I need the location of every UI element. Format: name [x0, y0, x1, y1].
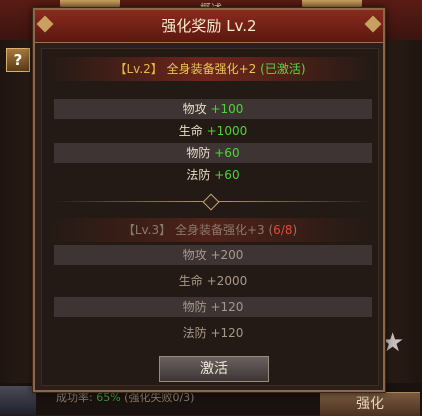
stat-name: 法防 [182, 326, 207, 340]
current-stat-row: 生命 +1000 [54, 121, 372, 141]
next-stat-row: 法防 +120 [54, 323, 372, 343]
progress-current: 6 [273, 223, 281, 237]
stat-value: +120 [210, 300, 244, 314]
stat-name: 生命 [178, 274, 203, 288]
divider-diamond-icon [202, 193, 220, 211]
item-avatar[interactable] [0, 386, 36, 415]
success-rate-label: 成功率: [56, 391, 93, 404]
dialog-header: 强化奖励 Lv.2 [35, 10, 383, 43]
stat-value: +60 [214, 168, 240, 182]
stat-name: 物防 [182, 300, 207, 314]
current-stat-row: 物攻 +100 [54, 99, 372, 119]
stat-value: +1000 [206, 124, 248, 138]
next-level-tag: 【Lv.3】 [122, 223, 172, 237]
stat-name: 物防 [186, 146, 211, 160]
next-stat-row: 物防 +120 [54, 297, 372, 317]
current-level-tag: 【Lv.2】 [114, 62, 163, 76]
strengthen-button[interactable]: 强化 [320, 392, 420, 416]
current-stat-row: 物防 +60 [54, 143, 372, 163]
success-rate-value: 65% [96, 391, 121, 404]
stat-value: +200 [210, 248, 244, 262]
dialog-body: 【Lv.2】 全身装备强化+2 (已激活) 物攻 +100 生命 +1000 物… [41, 48, 379, 386]
stat-value: +60 [214, 146, 240, 160]
stat-value: +120 [210, 326, 244, 340]
help-button[interactable]: ? [6, 48, 30, 72]
enhance-reward-dialog: 强化奖励 Lv.2 【Lv.2】 全身装备强化+2 (已激活) 物攻 +100 … [33, 8, 385, 392]
progress-total: 8 [284, 223, 293, 237]
current-stat-row: 法防 +60 [54, 165, 372, 185]
stat-name: 生命 [178, 124, 203, 138]
stat-name: 物攻 [182, 248, 207, 262]
dialog-title: 强化奖励 Lv.2 [161, 17, 257, 35]
background-left-panel [0, 40, 36, 415]
stat-name: 法防 [186, 168, 211, 182]
progress-close: ) [292, 223, 298, 237]
next-level-title: 全身装备强化+3 [174, 223, 265, 237]
current-level-header: 【Lv.2】 全身装备强化+2 (已激活) [48, 57, 372, 81]
question-icon: ? [13, 51, 23, 69]
next-level-header: 【Lv.3】 全身装备强化+3 (6/8) [48, 218, 372, 242]
next-stat-row: 生命 +2000 [54, 271, 372, 291]
background-right-panel [382, 40, 422, 415]
fail-count-note: (强化失败0/3) [124, 391, 195, 404]
stat-value: +2000 [206, 274, 248, 288]
stat-value: +100 [210, 102, 244, 116]
current-level-title: 全身装备强化+2 [166, 62, 257, 76]
stat-name: 物攻 [182, 102, 207, 116]
activated-status: (已激活) [260, 62, 306, 76]
next-stat-row: 物攻 +200 [54, 245, 372, 265]
activate-button[interactable]: 激活 [159, 356, 269, 382]
